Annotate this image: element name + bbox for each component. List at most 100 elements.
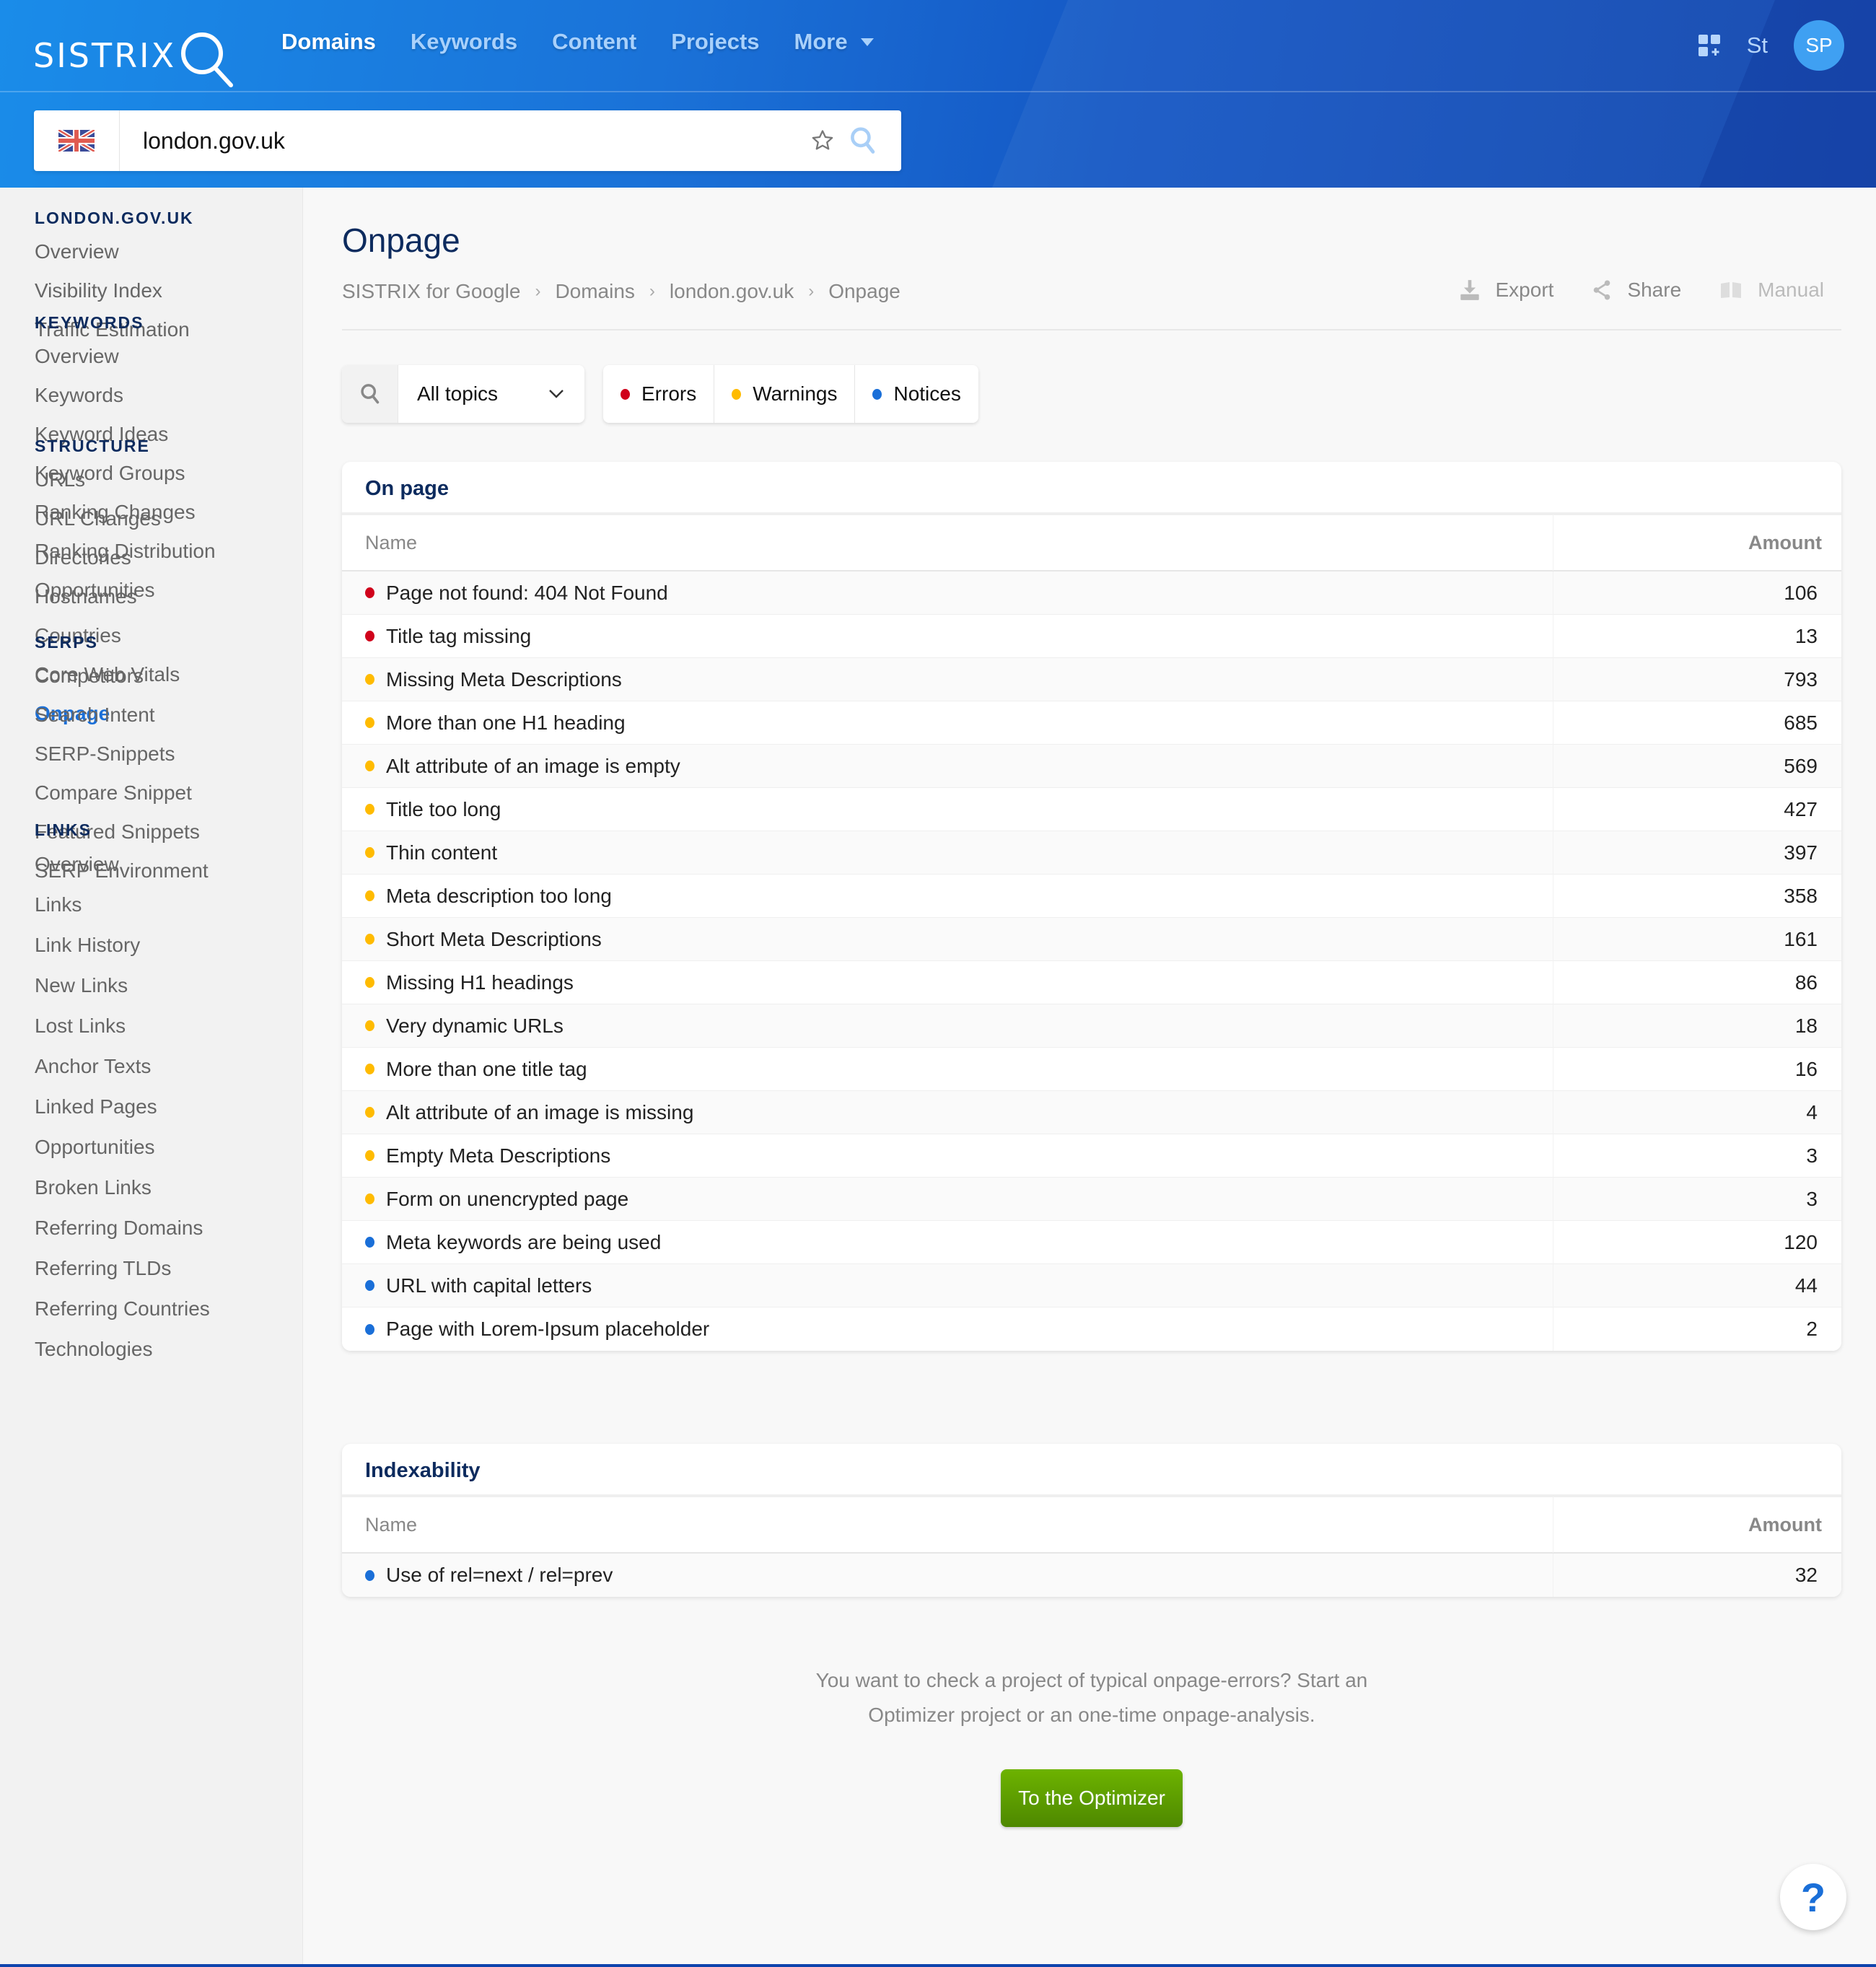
sidebar-item-referring-tlds[interactable]: Referring TLDs — [35, 1248, 210, 1289]
sidebar-item-visibility-index[interactable]: Visibility Index — [35, 271, 194, 310]
nav-projects[interactable]: Projects — [671, 29, 759, 55]
topic-search-button[interactable] — [342, 365, 398, 423]
sidebar-item-serp-snippets[interactable]: SERP-Snippets — [35, 735, 209, 774]
table-row[interactable]: More than one title tag 16 — [342, 1047, 1841, 1091]
issue-name-cell[interactable]: Thin content — [342, 841, 1553, 864]
sidebar-item-competitors[interactable]: Competitors — [35, 657, 209, 696]
issue-name-cell[interactable]: Title tag missing — [342, 625, 1553, 648]
apps-grid-plus-icon[interactable] — [1698, 34, 1721, 57]
table-row[interactable]: Page not found: 404 Not Found 106 — [342, 571, 1841, 615]
sidebar-item-hostnames[interactable]: Hostnames — [35, 577, 180, 616]
filter-errors-button[interactable]: Errors — [603, 365, 715, 423]
sidebar-item-opportunities[interactable]: Opportunities — [35, 1127, 210, 1168]
table-row[interactable]: Missing Meta Descriptions 793 — [342, 657, 1841, 701]
sidebar-item-referring-countries[interactable]: Referring Countries — [35, 1289, 210, 1329]
nav-more[interactable]: More — [794, 29, 874, 55]
table-row[interactable]: Alt attribute of an image is empty 569 — [342, 744, 1841, 788]
domain-search-input[interactable] — [120, 110, 810, 171]
nav-keywords[interactable]: Keywords — [411, 29, 517, 55]
issue-amount: 569 — [1553, 744, 1841, 788]
table-row[interactable]: Title too long 427 — [342, 787, 1841, 831]
sidebar-item-directories[interactable]: Directories — [35, 538, 180, 577]
table-row[interactable]: Use of rel=next / rel=prev 32 — [342, 1554, 1841, 1597]
filter-warnings-button[interactable]: Warnings — [714, 365, 856, 423]
issue-name-cell[interactable]: Form on unencrypted page — [342, 1188, 1553, 1211]
issue-name-cell[interactable]: Empty Meta Descriptions — [342, 1144, 1553, 1168]
issue-name-cell[interactable]: More than one H1 heading — [342, 711, 1553, 735]
breadcrumb-item[interactable]: Domains — [555, 280, 634, 303]
sidebar-item-overview[interactable]: Overview — [35, 337, 216, 376]
table-row[interactable]: Form on unencrypted page 3 — [342, 1177, 1841, 1221]
sidebar-item-linked-pages[interactable]: Linked Pages — [35, 1087, 210, 1127]
sidebar-item-search-intent[interactable]: Search Intent — [35, 696, 209, 735]
topic-dropdown[interactable]: All topics — [398, 365, 584, 423]
sidebar-item-overview[interactable]: Overview — [35, 844, 210, 885]
sidebar-item-links[interactable]: Links — [35, 885, 210, 925]
issue-name-cell[interactable]: Short Meta Descriptions — [342, 928, 1553, 951]
issue-name: Very dynamic URLs — [386, 1014, 564, 1037]
table-row[interactable]: More than one H1 heading 685 — [342, 701, 1841, 745]
issue-name-cell[interactable]: Meta description too long — [342, 885, 1553, 908]
star-icon[interactable] — [810, 128, 835, 153]
optimizer-hint-line2: Optimizer project or an one-time onpage-… — [868, 1704, 1315, 1726]
column-header-name[interactable]: Name — [342, 532, 1553, 554]
breadcrumb-item[interactable]: london.gov.uk — [670, 280, 794, 303]
share-button[interactable]: Share — [1592, 279, 1681, 302]
column-header-amount[interactable]: Amount — [1553, 514, 1841, 571]
sidebar-item-lost-links[interactable]: Lost Links — [35, 1006, 210, 1046]
country-selector[interactable] — [34, 110, 120, 171]
table-row[interactable]: Missing H1 headings 86 — [342, 960, 1841, 1004]
issue-name-cell[interactable]: URL with capital letters — [342, 1274, 1553, 1297]
sidebar-item-link-history[interactable]: Link History — [35, 925, 210, 965]
table-row[interactable]: Thin content 397 — [342, 831, 1841, 875]
sidebar-item-technologies[interactable]: Technologies — [35, 1329, 210, 1370]
sidebar-item-keywords[interactable]: Keywords — [35, 376, 216, 415]
column-header-name[interactable]: Name — [342, 1514, 1553, 1536]
nav-content[interactable]: Content — [552, 29, 636, 55]
issue-name-cell[interactable]: Use of rel=next / rel=prev — [342, 1564, 1553, 1587]
sidebar-heading: KEYWORDS — [35, 313, 144, 332]
table-row[interactable]: Short Meta Descriptions 161 — [342, 917, 1841, 961]
issue-name-cell[interactable]: Missing Meta Descriptions — [342, 668, 1553, 691]
nav-domains[interactable]: Domains — [281, 29, 376, 55]
sidebar-item-urls[interactable]: URLs — [35, 460, 180, 499]
issue-name-cell[interactable]: Page not found: 404 Not Found — [342, 582, 1553, 605]
export-button[interactable]: Export — [1460, 279, 1553, 302]
issue-name-cell[interactable]: Page with Lorem-Ipsum placeholder — [342, 1318, 1553, 1341]
table-row[interactable]: Very dynamic URLs 18 — [342, 1004, 1841, 1048]
sidebar-item-url-changes[interactable]: URL Changes — [35, 499, 180, 538]
avatar[interactable]: SP — [1794, 20, 1844, 71]
sidebar-item-broken-links[interactable]: Broken Links — [35, 1168, 210, 1208]
issue-name-cell[interactable]: Very dynamic URLs — [342, 1015, 1553, 1038]
issue-name-cell[interactable]: Meta keywords are being used — [342, 1231, 1553, 1254]
sidebar-item-referring-domains[interactable]: Referring Domains — [35, 1208, 210, 1248]
sidebar-item-new-links[interactable]: New Links — [35, 965, 210, 1006]
issue-name-cell[interactable]: Missing H1 headings — [342, 971, 1553, 994]
table-row[interactable]: Meta keywords are being used 120 — [342, 1220, 1841, 1264]
manual-button[interactable]: Manual — [1720, 279, 1824, 302]
column-header-amount[interactable]: Amount — [1553, 1497, 1841, 1553]
table-row[interactable]: Meta description too long 358 — [342, 874, 1841, 918]
issue-name-cell[interactable]: Alt attribute of an image is empty — [342, 755, 1553, 778]
breadcrumb-item[interactable]: SISTRIX for Google — [342, 280, 520, 303]
table-row[interactable]: Alt attribute of an image is missing 4 — [342, 1090, 1841, 1134]
sidebar-item-compare-snippet[interactable]: Compare Snippet — [35, 774, 209, 812]
severity-filter: Errors Warnings Notices — [603, 365, 978, 423]
table-row[interactable]: URL with capital letters 44 — [342, 1263, 1841, 1307]
filter-notices-button[interactable]: Notices — [855, 365, 978, 423]
issue-name-cell[interactable]: Title too long — [342, 798, 1553, 821]
issue-name-cell[interactable]: More than one title tag — [342, 1058, 1553, 1081]
user-short-label[interactable]: St — [1747, 32, 1768, 58]
issue-amount: 161 — [1553, 917, 1841, 961]
search-icon[interactable] — [849, 126, 877, 155]
issue-name-cell[interactable]: Alt attribute of an image is missing — [342, 1101, 1553, 1124]
table-row[interactable]: Empty Meta Descriptions 3 — [342, 1134, 1841, 1178]
table-row[interactable]: Page with Lorem-Ipsum placeholder 2 — [342, 1307, 1841, 1351]
to-optimizer-button[interactable]: To the Optimizer — [1001, 1769, 1183, 1827]
sidebar-item-overview[interactable]: Overview — [35, 232, 194, 271]
sidebar-item-anchor-texts[interactable]: Anchor Texts — [35, 1046, 210, 1087]
sistrix-logo[interactable]: SISTRIX — [33, 23, 235, 88]
table-row[interactable]: Title tag missing 13 — [342, 614, 1841, 658]
filter-warnings-label: Warnings — [753, 382, 838, 405]
help-button[interactable]: ? — [1780, 1864, 1846, 1930]
